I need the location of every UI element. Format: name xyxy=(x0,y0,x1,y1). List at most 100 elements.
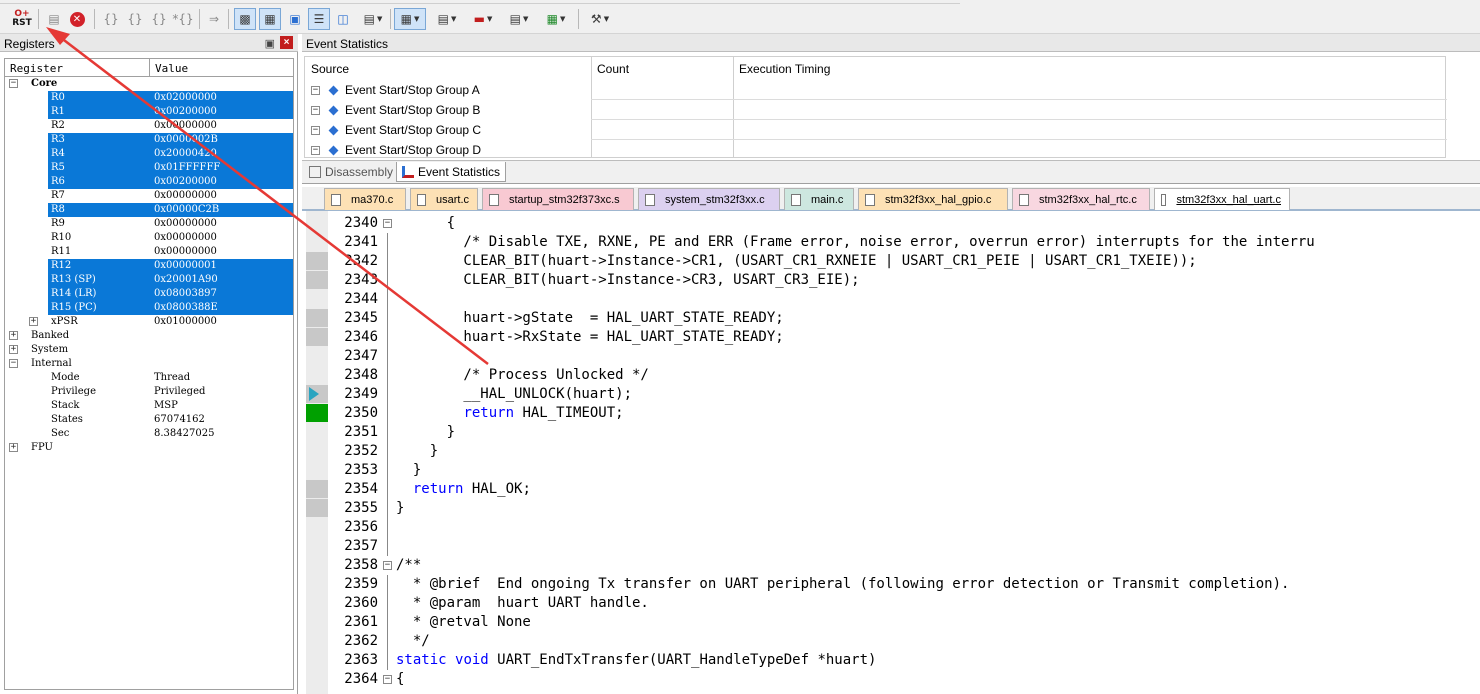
file-tab[interactable]: system_stm32f3xx.c xyxy=(638,188,780,210)
register-value[interactable]: MSP xyxy=(154,399,178,413)
register-value[interactable]: 0x0000002B xyxy=(154,133,218,147)
register-row[interactable]: + FPU xyxy=(5,441,293,455)
register-row[interactable]: R6 0x00200000 xyxy=(5,175,293,189)
register-row[interactable]: R11 0x00000000 xyxy=(5,245,293,259)
register-row[interactable]: R2 0x00000000 xyxy=(5,119,293,133)
fold-icon[interactable]: − xyxy=(383,561,392,570)
register-value[interactable]: 0x00000C2B xyxy=(154,203,219,217)
register-row[interactable]: R7 0x00000000 xyxy=(5,189,293,203)
analysis-window-button[interactable]: ▬ ▼ xyxy=(468,8,498,30)
code-line[interactable]: 2353 } xyxy=(302,461,1480,480)
step-into-button[interactable]: {} xyxy=(100,8,122,30)
register-row[interactable]: − Internal xyxy=(5,357,293,371)
register-value[interactable]: Thread xyxy=(154,371,190,385)
code-line[interactable]: 2341 /* Disable TXE, RXNE, PE and ERR (F… xyxy=(302,233,1480,252)
serial-window-button[interactable]: ▤ ▼ xyxy=(432,8,462,30)
code-line[interactable]: 2345 huart->gState = HAL_UART_STATE_READ… xyxy=(302,309,1480,328)
register-row[interactable]: + xPSR 0x01000000 xyxy=(5,315,293,329)
command-window-button[interactable]: ▩ xyxy=(234,8,256,30)
collapse-icon[interactable]: − xyxy=(311,105,320,115)
collapse-icon[interactable]: − xyxy=(311,85,320,95)
file-tab[interactable]: startup_stm32f373xc.s xyxy=(482,188,634,210)
register-value[interactable]: 67074162 xyxy=(154,413,205,427)
event-group-row[interactable]: − Event Start/Stop Group C xyxy=(311,120,481,140)
event-group-row[interactable]: − Event Start/Stop Group B xyxy=(311,100,480,120)
code-line[interactable]: 2361 * @retval None xyxy=(302,613,1480,632)
register-row[interactable]: R4 0x20000420 xyxy=(5,147,293,161)
register-value[interactable]: 0x00000000 xyxy=(154,231,217,245)
register-row[interactable]: States 67074162 xyxy=(5,413,293,427)
expand-icon[interactable]: + xyxy=(9,443,18,452)
collapse-icon[interactable]: − xyxy=(9,359,18,368)
fold-icon[interactable]: − xyxy=(383,219,392,228)
code-line[interactable]: 2347 xyxy=(302,347,1480,366)
register-row[interactable]: Mode Thread xyxy=(5,371,293,385)
file-tab[interactable]: ma370.c xyxy=(324,188,406,210)
collapse-icon[interactable]: − xyxy=(311,125,320,135)
code-line[interactable]: 2356 xyxy=(302,518,1480,537)
register-row[interactable]: R3 0x0000002B xyxy=(5,133,293,147)
register-value[interactable]: 0x00000000 xyxy=(154,217,217,231)
register-value[interactable]: 0x20000420 xyxy=(154,147,217,161)
code-line[interactable]: 2350 return HAL_TIMEOUT; xyxy=(302,404,1480,423)
breakpoint-marker[interactable] xyxy=(306,404,328,422)
file-tab[interactable]: main.c xyxy=(784,188,854,210)
registers-window-button[interactable]: ☰ xyxy=(308,8,330,30)
register-row[interactable]: Stack MSP xyxy=(5,399,293,413)
register-value[interactable]: 0x00000000 xyxy=(154,189,217,203)
column-header-value[interactable]: Value xyxy=(150,59,188,76)
code-line[interactable]: 2358−/** xyxy=(302,556,1480,575)
reset-button[interactable]: O+ RST xyxy=(10,8,34,30)
stop-button[interactable]: ✕ xyxy=(67,8,87,30)
code-line[interactable]: 2355} xyxy=(302,499,1480,518)
register-row[interactable]: R15 (PC) 0x0800388E xyxy=(5,301,293,315)
column-header-source[interactable]: Source xyxy=(311,62,349,76)
register-value[interactable]: 0x00000001 xyxy=(154,259,217,273)
code-line[interactable]: 2340− { xyxy=(302,214,1480,233)
register-value[interactable]: 0x02000000 xyxy=(154,91,217,105)
file-tab[interactable]: stm32f3xx_hal_gpio.c xyxy=(858,188,1008,210)
register-row[interactable]: Sec 8.38427025 xyxy=(5,427,293,441)
register-row[interactable]: Privilege Privileged xyxy=(5,385,293,399)
register-row[interactable]: R9 0x00000000 xyxy=(5,217,293,231)
close-icon[interactable]: × xyxy=(280,36,293,49)
column-header-register[interactable]: Register xyxy=(5,59,150,76)
register-value[interactable]: 0x0800388E xyxy=(154,301,218,315)
event-group-row[interactable]: − Event Start/Stop Group A xyxy=(311,80,480,100)
column-header-count[interactable]: Count xyxy=(597,62,629,76)
expand-icon[interactable]: + xyxy=(29,317,38,326)
code-editor[interactable]: 2340− {2341 /* Disable TXE, RXNE, PE and… xyxy=(302,211,1480,694)
register-value[interactable]: 0x00200000 xyxy=(154,105,217,119)
register-row[interactable]: R1 0x00200000 xyxy=(5,105,293,119)
trace-window-button[interactable]: ▤ ▼ xyxy=(504,8,534,30)
collapse-icon[interactable]: − xyxy=(9,79,18,88)
code-line[interactable]: 2348 /* Process Unlocked */ xyxy=(302,366,1480,385)
event-group-row[interactable]: − Event Start/Stop Group D xyxy=(311,140,481,160)
code-line[interactable]: 2359 * @brief End ongoing Tx transfer on… xyxy=(302,575,1480,594)
code-line[interactable]: 2351 } xyxy=(302,423,1480,442)
register-row[interactable]: R12 0x00000001 xyxy=(5,259,293,273)
tab-event-statistics[interactable]: Event Statistics xyxy=(396,162,507,182)
run-button[interactable]: ▤ xyxy=(44,8,64,30)
code-line[interactable]: 2364−{ xyxy=(302,670,1480,689)
expand-icon[interactable]: + xyxy=(9,345,18,354)
file-tab[interactable]: stm32f3xx_hal_uart.c xyxy=(1154,188,1290,210)
column-header-timing[interactable]: Execution Timing xyxy=(739,62,830,76)
register-value[interactable]: 0x00000000 xyxy=(154,119,217,133)
toolbox-button[interactable]: ⚒ ▼ xyxy=(584,8,616,30)
expand-icon[interactable]: + xyxy=(9,331,18,340)
call-stack-button[interactable]: ◫ xyxy=(332,8,354,30)
symbols-window-button[interactable]: ▣ xyxy=(284,8,306,30)
disassembly-window-button[interactable]: ▦ xyxy=(259,8,281,30)
register-row[interactable]: R0 0x02000000 xyxy=(5,91,293,105)
register-value[interactable]: 0x00000000 xyxy=(154,245,217,259)
code-line[interactable]: 2343 CLEAR_BIT(huart->Instance->CR3, USA… xyxy=(302,271,1480,290)
collapse-icon[interactable]: − xyxy=(311,145,320,155)
register-value[interactable]: 0x01000000 xyxy=(154,315,217,329)
step-out-button[interactable]: {} xyxy=(148,8,170,30)
fold-icon[interactable]: − xyxy=(383,675,392,684)
file-tab[interactable]: stm32f3xx_hal_rtc.c xyxy=(1012,188,1150,210)
memory-window-button[interactable]: ▦ ▼ xyxy=(394,8,426,30)
system-viewer-button[interactable]: ▦ ▼ xyxy=(540,8,572,30)
pin-icon[interactable]: ▣ xyxy=(265,37,275,50)
